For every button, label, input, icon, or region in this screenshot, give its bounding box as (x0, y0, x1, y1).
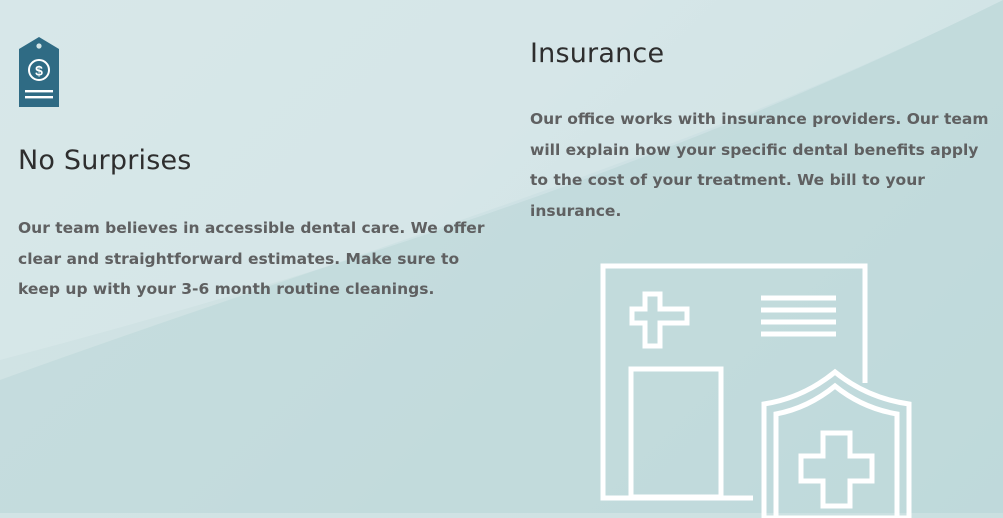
no-surprises-section: No Surprises Our team believes in access… (18, 145, 488, 305)
price-tag-dollar-icon: $ (19, 37, 59, 107)
insurance-heading: Insurance (530, 38, 665, 69)
svg-text:$: $ (35, 63, 43, 79)
insurance-text: Our office works with insurance provider… (530, 110, 989, 220)
no-surprises-heading: No Surprises (18, 145, 192, 176)
medical-document-shield-icon (600, 263, 912, 518)
insurance-section: Insurance Our office works with insuranc… (530, 38, 990, 226)
no-surprises-text: Our team believes in accessible dental c… (18, 219, 485, 298)
